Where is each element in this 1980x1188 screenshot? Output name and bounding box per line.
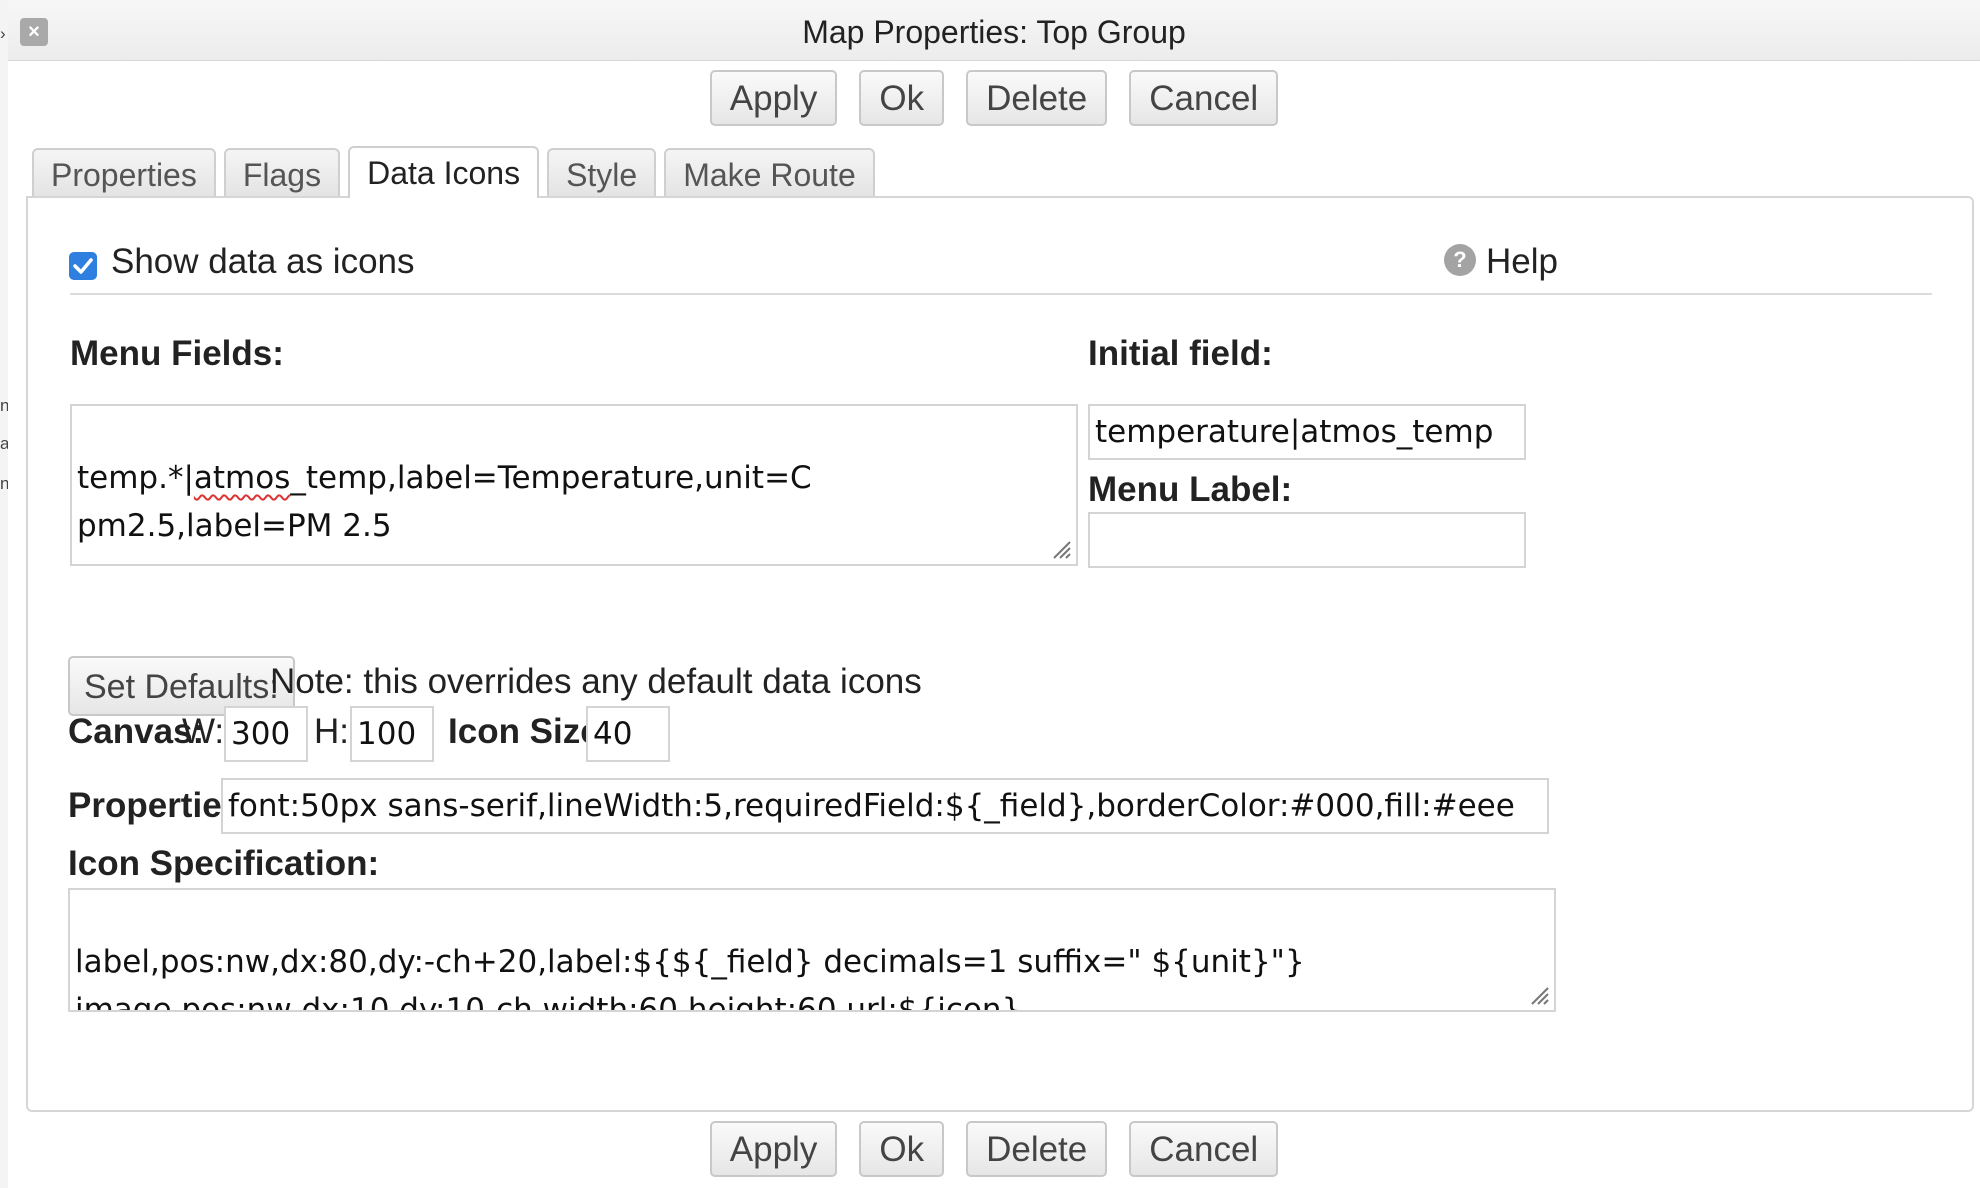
ok-button[interactable]: Ok [859, 70, 945, 126]
icon-size-input[interactable]: 40 [586, 706, 670, 762]
data-icons-panel: Show data as icons ? Help Menu Fields: t… [26, 196, 1974, 1112]
tab-bar: Properties Flags Data Icons Style Make R… [32, 146, 883, 198]
menu-fields-textarea[interactable]: temp.*|atmos_temp,label=Temperature,unit… [70, 404, 1078, 566]
initial-field-input[interactable]: temperature|atmos_temp [1088, 404, 1526, 460]
checkmark-icon [73, 258, 93, 274]
cancel-button[interactable]: Cancel [1129, 1121, 1279, 1177]
question-circle-icon[interactable]: ? [1444, 244, 1476, 276]
canvas-width-input[interactable]: 300 [224, 706, 308, 762]
icon-spec-textarea[interactable]: label,pos:nw,dx:80,dy:-ch+20,label:${${_… [68, 888, 1556, 1012]
menu-fields-label: Menu Fields: [70, 334, 284, 373]
tab-flags[interactable]: Flags [223, 148, 341, 198]
delete-button[interactable]: Delete [966, 70, 1108, 126]
ok-button[interactable]: Ok [859, 1121, 945, 1177]
divider [70, 293, 1932, 295]
resize-grip-icon[interactable] [1050, 538, 1072, 560]
menu-fields-line-1: temp.*|atmos_temp,label=Temperature,unit… [77, 460, 812, 496]
show-icons-label[interactable]: Show data as icons [111, 242, 415, 282]
set-defaults-note: Note: this overrides any default data ic… [270, 662, 922, 701]
spellcheck-underline: atmos [193, 460, 291, 496]
dialog-titlebar[interactable]: × Map Properties: Top Group [8, 0, 1980, 61]
top-button-bar: Apply Ok Delete Cancel [8, 70, 1980, 126]
tab-style[interactable]: Style [547, 148, 657, 198]
menu-fields-line-2: pm2.5,label=PM 2.5 [77, 508, 392, 544]
help-link[interactable]: Help [1486, 242, 1558, 282]
properties-input[interactable]: font:50px sans-serif,lineWidth:5,require… [221, 778, 1549, 834]
canvas-height-label: H: [314, 712, 349, 751]
delete-button[interactable]: Delete [966, 1121, 1108, 1177]
chevron-right-icon: › [0, 24, 6, 43]
canvas-width-label: W: [182, 712, 225, 751]
icon-spec-label: Icon Specification: [68, 844, 380, 883]
cancel-button[interactable]: Cancel [1129, 70, 1279, 126]
bottom-button-bar: Apply Ok Delete Cancel [8, 1121, 1980, 1177]
map-properties-dialog: × Map Properties: Top Group Apply Ok Del… [8, 0, 1980, 1188]
canvas-height-input[interactable]: 100 [350, 706, 434, 762]
apply-button[interactable]: Apply [709, 70, 838, 126]
resize-grip-icon[interactable] [1528, 984, 1550, 1006]
apply-button[interactable]: Apply [709, 1121, 838, 1177]
menu-label-label: Menu Label: [1088, 470, 1293, 509]
tab-make-route[interactable]: Make Route [664, 148, 875, 198]
tab-data-icons[interactable]: Data Icons [348, 146, 540, 198]
tab-properties[interactable]: Properties [32, 148, 216, 198]
dialog-title: Map Properties: Top Group [802, 14, 1186, 50]
menu-label-input[interactable] [1088, 512, 1526, 568]
icon-spec-line-2: image,pos:nw,dx:10,dy:10-ch,width:60,hei… [75, 992, 1022, 1012]
icon-spec-line-1: label,pos:nw,dx:80,dy:-ch+20,label:${${_… [75, 944, 1305, 980]
initial-field-label: Initial field: [1088, 334, 1273, 373]
show-icons-checkbox[interactable] [69, 252, 97, 280]
